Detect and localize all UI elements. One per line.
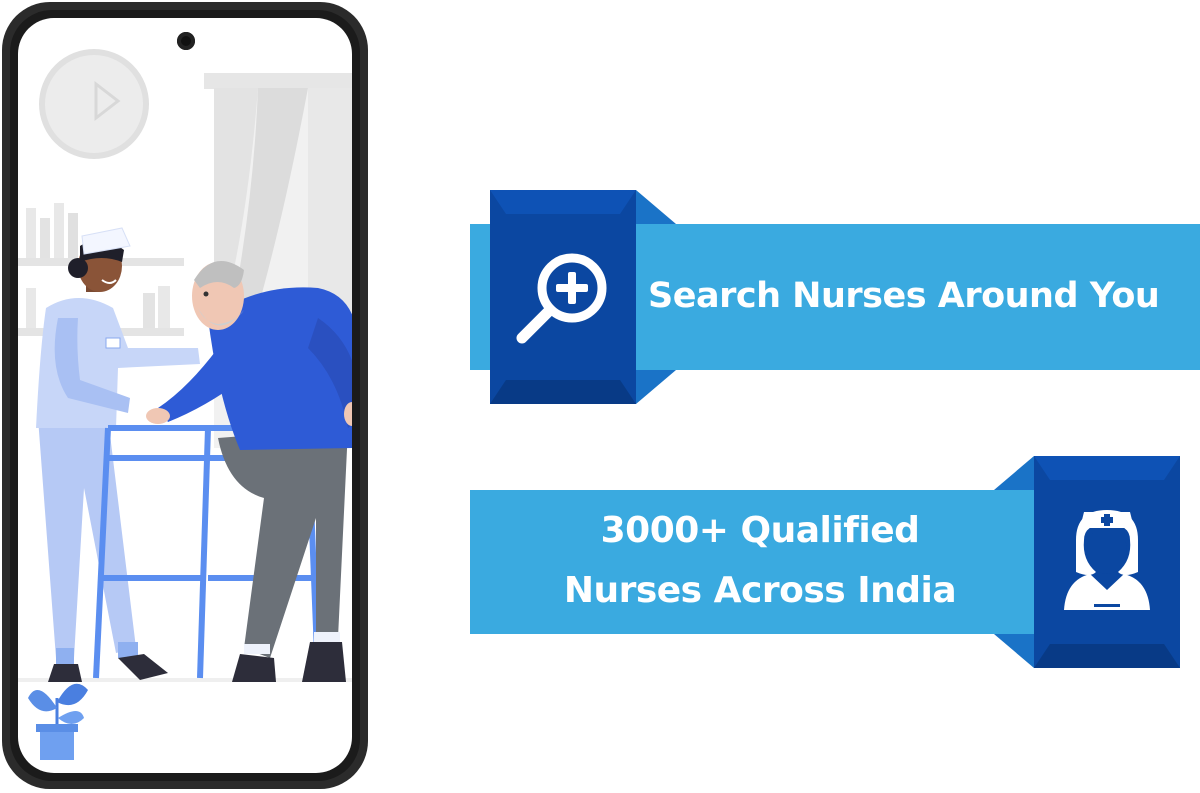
search-nurses-label: Search Nurses Around You [648, 276, 1160, 316]
search-plus-icon [516, 253, 607, 344]
qualified-nurses-line2: Nurses Across India [563, 570, 957, 611]
search-nurses-banner-graphic [470, 190, 1200, 668]
nurse-icon [1064, 510, 1150, 610]
qualified-nurses-line1: 3000+ Qualified [600, 510, 920, 551]
